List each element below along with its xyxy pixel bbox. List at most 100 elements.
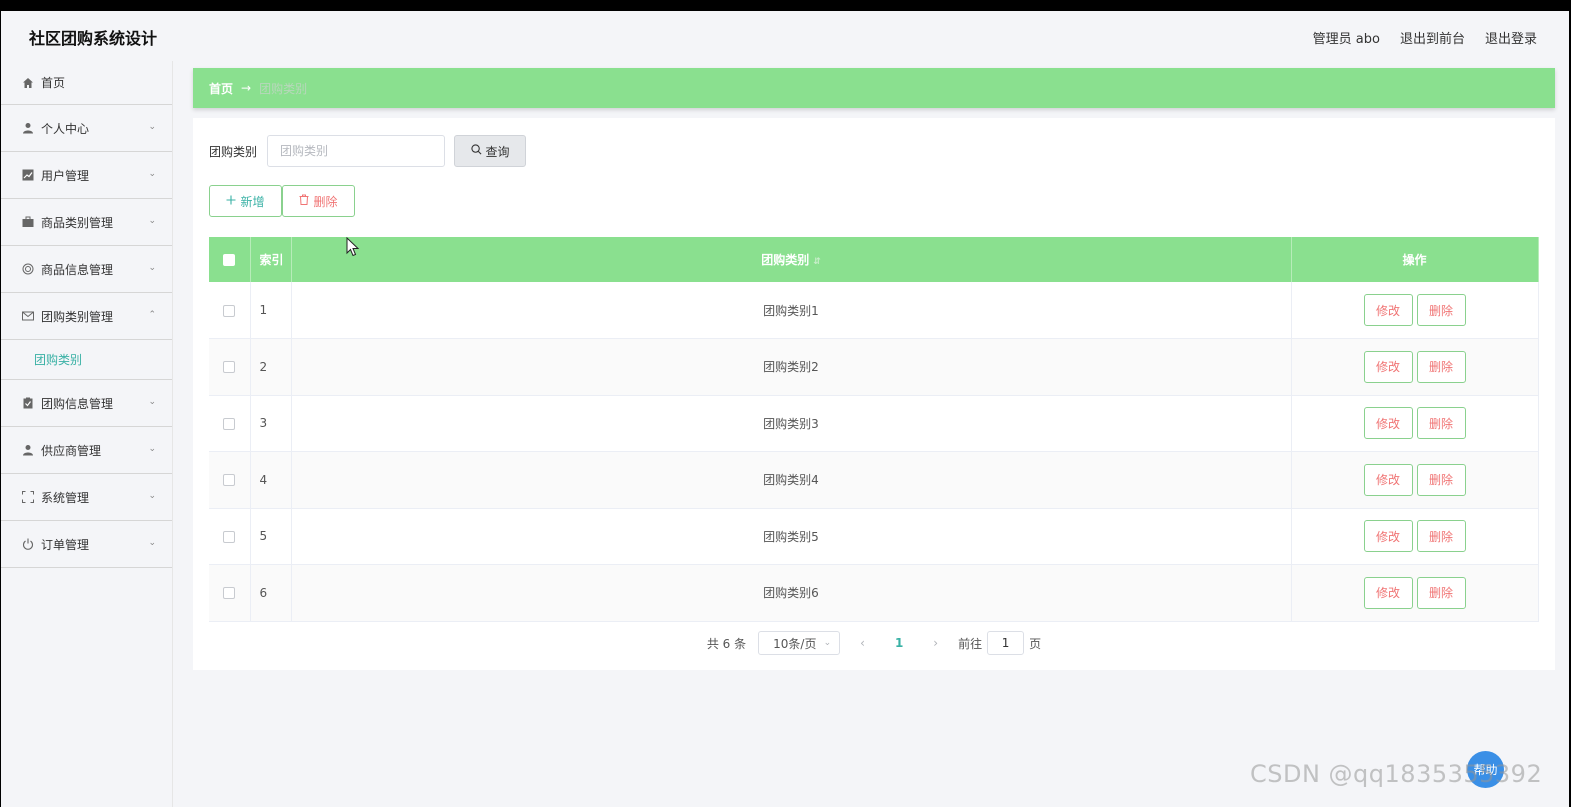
- plus-icon: [226, 194, 236, 208]
- sidebar-item-personal-center[interactable]: 个人中心 ⌄: [1, 105, 172, 152]
- sidebar-item-home[interactable]: 首页: [1, 61, 172, 105]
- row-checkbox[interactable]: [223, 361, 236, 374]
- clipboard-icon: [21, 396, 35, 410]
- query-button-label: 查询: [485, 144, 510, 159]
- logout-link[interactable]: 退出登录: [1485, 28, 1537, 47]
- search-label: 团购类别: [209, 144, 258, 159]
- sidebar-item-label: 团购信息管理: [41, 396, 114, 411]
- sidebar-item-label: 个人中心: [41, 121, 90, 136]
- row-checkbox[interactable]: [223, 587, 236, 600]
- sidebar-subitem-groupbuy-category[interactable]: 团购类别: [1, 340, 172, 380]
- row-index: 1: [250, 282, 292, 339]
- sidebar-item-label: 首页: [41, 76, 66, 90]
- back-to-front-link[interactable]: 退出到前台: [1400, 28, 1465, 47]
- table-row: 2 团购类别2 修改 删除: [209, 338, 1539, 396]
- select-all-checkbox[interactable]: [223, 254, 236, 266]
- row-actions: 修改 删除: [1291, 508, 1539, 565]
- row-checkbox[interactable]: [223, 530, 236, 543]
- row-check-cell: [209, 564, 251, 622]
- breadcrumb-current: 团购类别: [259, 81, 308, 96]
- row-category-name: 团购类别2: [291, 338, 1292, 396]
- home-icon: [21, 76, 35, 90]
- delete-button[interactable]: 删除: [1416, 520, 1466, 553]
- add-button-label: 新增: [240, 194, 265, 209]
- delete-button[interactable]: 删除: [1416, 576, 1466, 609]
- sidebar-item-product-info[interactable]: 商品信息管理 ⌄: [1, 246, 172, 293]
- row-checkbox[interactable]: [223, 474, 236, 487]
- sidebar-item-groupbuy-info[interactable]: 团购信息管理 ⌄: [1, 380, 172, 427]
- sort-icon[interactable]: ⇵: [813, 257, 821, 267]
- goto-suffix: 页: [1029, 636, 1042, 651]
- search-input[interactable]: [267, 135, 446, 167]
- pagination: 共 6 条 10条/页 ⌄ ‹ 1 › 前往 页: [193, 631, 1555, 655]
- chevron-down-icon: ⌄: [148, 538, 156, 548]
- breadcrumb-separator: →: [241, 81, 252, 95]
- batch-delete-button[interactable]: 删除: [282, 185, 355, 217]
- main-content: 首页 → 团购类别 团购类别 查询 新增: [193, 68, 1555, 670]
- sidebar-item-product-category[interactable]: 商品类别管理 ⌄: [1, 199, 172, 246]
- app-window: 社区团购系统设计 管理员 abo 退出到前台 退出登录 首页 个人中心 ⌄ 用户…: [1, 11, 1569, 807]
- column-header-category[interactable]: 团购类别 ⇵: [291, 237, 1292, 282]
- mail-icon: [21, 309, 35, 323]
- goto-page-input[interactable]: [987, 631, 1025, 655]
- chevron-down-icon: ⌄: [148, 397, 156, 407]
- chevron-down-icon: ⌄: [148, 122, 156, 132]
- edit-button[interactable]: 修改: [1363, 463, 1413, 496]
- table-row: 4 团购类别4 修改 删除: [209, 451, 1539, 509]
- edit-button[interactable]: 修改: [1363, 350, 1413, 383]
- search-row: 团购类别 查询: [209, 135, 527, 167]
- delete-button[interactable]: 删除: [1416, 407, 1466, 440]
- sidebar-item-label: 订单管理: [41, 537, 90, 552]
- delete-button[interactable]: 删除: [1416, 294, 1466, 326]
- admin-label[interactable]: 管理员 abo: [1313, 28, 1380, 47]
- chevron-down-icon: ⌄: [823, 638, 832, 648]
- sidebar-item-user-management[interactable]: 用户管理 ⌄: [1, 152, 172, 199]
- add-button[interactable]: 新增: [209, 185, 282, 217]
- select-all-cell: [209, 237, 251, 282]
- chevron-down-icon: ⌄: [148, 263, 156, 273]
- row-check-cell: [209, 508, 251, 565]
- column-header-actions: 操作: [1291, 237, 1539, 282]
- edit-button[interactable]: 修改: [1363, 576, 1413, 609]
- row-checkbox[interactable]: [223, 304, 236, 317]
- query-button[interactable]: 查询: [454, 135, 527, 167]
- edit-button[interactable]: 修改: [1363, 407, 1413, 440]
- row-check-cell: [209, 395, 251, 452]
- row-category-name: 团购类别6: [291, 564, 1292, 622]
- row-actions: 修改 删除: [1291, 282, 1539, 339]
- edit-button[interactable]: 修改: [1363, 294, 1413, 326]
- delete-button[interactable]: 删除: [1416, 350, 1466, 383]
- row-actions: 修改 删除: [1291, 338, 1539, 396]
- delete-button[interactable]: 删除: [1416, 463, 1466, 496]
- fullscreen-icon: [21, 490, 35, 504]
- chevron-down-icon: ⌄: [148, 216, 156, 226]
- prev-page-button[interactable]: ‹: [852, 636, 873, 650]
- content-panel: 团购类别 查询 新增: [193, 118, 1555, 670]
- power-icon: [21, 537, 35, 551]
- sidebar-item-system[interactable]: 系统管理 ⌄: [1, 474, 172, 521]
- row-actions: 修改 删除: [1291, 395, 1539, 452]
- next-page-button[interactable]: ›: [925, 636, 946, 650]
- row-category-name: 团购类别1: [291, 282, 1292, 339]
- header-links: 管理员 abo 退出到前台 退出登录: [1313, 28, 1537, 47]
- top-bar: 社区团购系统设计 管理员 abo 退出到前台 退出登录: [1, 11, 1569, 61]
- page-number-button[interactable]: 1: [885, 636, 913, 650]
- sidebar-item-groupbuy-category[interactable]: 团购类别管理 ⌃: [1, 293, 172, 340]
- row-checkbox[interactable]: [223, 417, 236, 430]
- sidebar-item-label: 用户管理: [41, 168, 90, 183]
- sidebar-item-orders[interactable]: 订单管理 ⌄: [1, 521, 172, 568]
- search-icon: [470, 144, 482, 158]
- table-row: 1 团购类别1 修改 删除: [209, 282, 1539, 339]
- sidebar-item-label: 商品类别管理: [41, 215, 114, 230]
- column-header-label: 团购类别: [761, 253, 810, 267]
- sidebar-item-label: 商品信息管理: [41, 262, 114, 277]
- sidebar-item-label: 团购类别管理: [41, 309, 114, 324]
- goto-label: 前往: [958, 636, 983, 651]
- page-size-select[interactable]: 10条/页 ⌄: [758, 631, 841, 655]
- edit-button[interactable]: 修改: [1363, 520, 1413, 553]
- breadcrumb-home[interactable]: 首页: [209, 80, 233, 97]
- lifebuoy-icon: [21, 262, 35, 276]
- row-category-name: 团购类别4: [291, 451, 1292, 509]
- chart-icon: [21, 168, 35, 182]
- sidebar-item-supplier[interactable]: 供应商管理 ⌄: [1, 427, 172, 474]
